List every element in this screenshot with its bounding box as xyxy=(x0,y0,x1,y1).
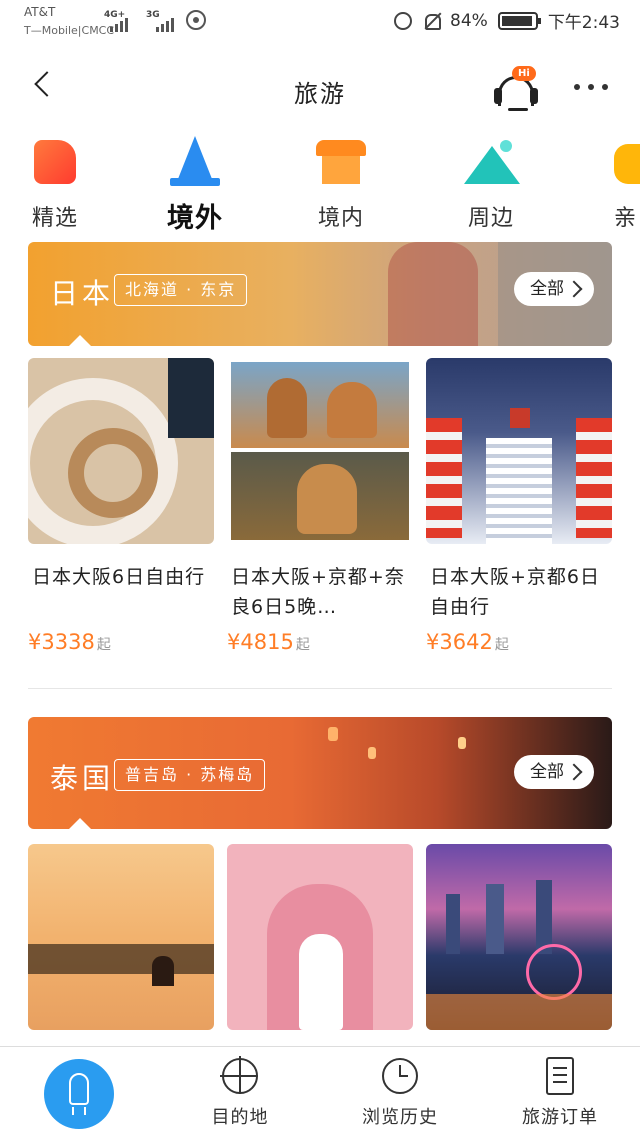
price-value: ¥3642 xyxy=(426,630,493,654)
product-image xyxy=(28,358,214,544)
tab-overseas[interactable]: 境外 xyxy=(140,130,250,235)
nav-label: 目的地 xyxy=(211,1107,269,1128)
service-badge: Hi xyxy=(512,66,536,81)
product-price: ¥3642 起 xyxy=(426,630,612,654)
product-image xyxy=(28,844,214,1030)
rocket-icon[interactable] xyxy=(44,1059,114,1129)
travel-page: AT&T T—Mobile|CMCC 4G+ 3G 84% 下午2:43 旅游 … xyxy=(0,0,640,1138)
product-card[interactable] xyxy=(28,844,214,1030)
product-image xyxy=(426,844,612,1030)
signal-bars-1-icon xyxy=(110,18,128,32)
nav-orders[interactable]: 旅游订单 xyxy=(500,1057,620,1129)
nav-destination[interactable]: 目的地 xyxy=(180,1056,300,1129)
view-all-button[interactable]: 全部 xyxy=(514,755,594,789)
section-banner-japan[interactable]: 日本 北海道 · 东京 全部 xyxy=(28,242,612,346)
more-icon[interactable] xyxy=(574,84,608,90)
view-all-button[interactable]: 全部 xyxy=(514,272,594,306)
mountain-icon xyxy=(464,130,520,190)
product-card[interactable]: 日本大阪6日自由行 ¥3338 起 xyxy=(28,358,214,654)
price-suffix: 起 xyxy=(494,637,509,653)
section-divider xyxy=(28,688,612,689)
tab-nearby[interactable]: 周边 xyxy=(436,130,546,232)
price-suffix: 起 xyxy=(96,637,111,653)
nav-label: 旅游订单 xyxy=(522,1107,598,1128)
tab-family[interactable]: 亲 xyxy=(586,130,640,232)
bottom-nav: 目的地 浏览历史 旅游订单 xyxy=(0,1046,640,1138)
partial-icon xyxy=(614,130,640,190)
thumbs-up-icon xyxy=(28,130,82,190)
customer-service-icon[interactable]: Hi xyxy=(494,66,540,112)
mute-bell-icon xyxy=(422,12,442,30)
banner-notch xyxy=(68,818,92,829)
tab-label: 精选 xyxy=(31,206,78,231)
target-icon xyxy=(220,1056,259,1095)
clock-icon xyxy=(381,1057,419,1095)
nav-history[interactable]: 浏览历史 xyxy=(340,1057,460,1129)
banner-notch xyxy=(68,335,92,346)
product-image xyxy=(426,358,612,544)
temple-icon xyxy=(314,130,368,190)
product-name: 日本大阪+京都+奈良6日5晚… xyxy=(231,566,405,618)
document-icon xyxy=(541,1057,579,1095)
tab-label: 周边 xyxy=(467,206,514,231)
status-bar: AT&T T—Mobile|CMCC 4G+ 3G 84% 下午2:43 xyxy=(0,0,640,48)
section-country: 泰国 xyxy=(50,762,115,795)
price-value: ¥3338 xyxy=(28,630,95,654)
product-name: 日本大阪6日自由行 xyxy=(32,566,206,588)
tab-domestic[interactable]: 境内 xyxy=(286,130,396,232)
nav-header: 旅游 Hi xyxy=(0,52,640,124)
product-image xyxy=(227,358,413,544)
section-banner-thailand[interactable]: 泰国 普吉岛 · 苏梅岛 全部 xyxy=(28,717,612,829)
section-places: 北海道 · 东京 xyxy=(114,274,248,306)
alarm-icon xyxy=(394,11,413,30)
price-value: ¥4815 xyxy=(227,630,294,654)
product-card[interactable] xyxy=(227,844,413,1030)
tab-featured[interactable]: 精选 xyxy=(0,130,110,232)
carrier-label-1: AT&T xyxy=(24,5,56,19)
product-price: ¥3338 起 xyxy=(28,630,214,654)
tab-label: 亲 xyxy=(614,206,638,231)
page-title: 旅游 xyxy=(294,80,346,108)
signal-bars-2-icon xyxy=(156,18,174,32)
product-card[interactable]: 日本大阪+京都6日自由行 ¥3642 起 xyxy=(426,358,612,654)
battery-icon xyxy=(497,11,541,30)
product-card[interactable]: 日本大阪+京都+奈良6日5晚… ¥4815 起 xyxy=(227,358,413,654)
hotspot-icon xyxy=(186,10,206,30)
section-places: 普吉岛 · 苏梅岛 xyxy=(114,759,266,791)
clock-time: 下午2:43 xyxy=(547,13,620,33)
product-price: ¥4815 起 xyxy=(227,630,413,654)
battery-percent: 84% xyxy=(450,10,488,31)
product-card[interactable] xyxy=(426,844,612,1030)
product-name: 日本大阪+京都6日自由行 xyxy=(430,566,601,618)
tab-label: 境内 xyxy=(317,206,364,231)
tab-label: 境外 xyxy=(167,203,223,234)
category-tabs: 精选 境外 境内 周边 亲 xyxy=(0,130,640,240)
price-suffix: 起 xyxy=(295,637,310,653)
section-country: 日本 xyxy=(50,277,115,310)
carrier-label-2: T—Mobile|CMCC xyxy=(24,24,115,37)
eiffel-tower-icon xyxy=(168,130,222,190)
status-right: 84% 下午2:43 xyxy=(394,8,620,33)
product-image xyxy=(227,844,413,1030)
nav-label: 浏览历史 xyxy=(362,1107,438,1128)
